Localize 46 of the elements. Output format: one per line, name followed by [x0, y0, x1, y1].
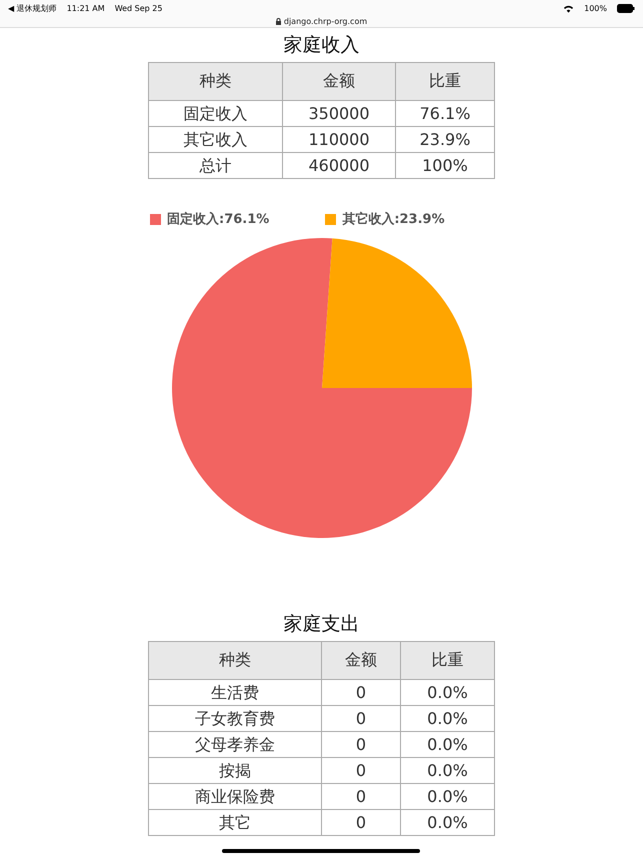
- table-cell: 0: [322, 810, 400, 836]
- table-cell: 23.9%: [396, 126, 494, 152]
- table-cell: 按揭: [148, 758, 322, 784]
- column-header: 比重: [400, 642, 494, 680]
- clock-time: 11:21 AM: [66, 4, 105, 13]
- table-cell: 0.0%: [400, 810, 494, 836]
- table-cell: 76.1%: [396, 100, 494, 126]
- table-cell: 0.0%: [400, 706, 494, 732]
- table-cell: 0.0%: [400, 758, 494, 784]
- table-cell: 0.0%: [400, 732, 494, 758]
- table-cell: 100%: [396, 152, 494, 178]
- table-cell: 460000: [282, 152, 396, 178]
- home-indicator[interactable]: [222, 849, 420, 853]
- table-cell: 固定收入: [148, 100, 282, 126]
- table-cell: 0: [322, 732, 400, 758]
- column-header: 种类: [148, 62, 282, 100]
- legend-label: 固定收入:76.1%: [167, 210, 270, 228]
- battery-percent: 100%: [584, 4, 607, 13]
- back-link[interactable]: ◀ 退休规划师: [8, 3, 57, 14]
- table-cell: 0: [322, 706, 400, 732]
- table-cell: 110000: [282, 126, 396, 152]
- table-cell: 0: [322, 680, 400, 706]
- battery-icon: [617, 4, 635, 13]
- table-cell: 0: [322, 758, 400, 784]
- section-title: 家庭收入: [282, 33, 360, 57]
- table-cell: 父母孝养金: [148, 732, 322, 758]
- table-cell: 350000: [282, 100, 396, 126]
- lock-icon: [276, 18, 281, 24]
- table-cell: 生活费: [148, 680, 322, 706]
- url-text[interactable]: django.chrp-org.com: [284, 16, 368, 26]
- column-header: 种类: [148, 642, 322, 680]
- table-cell: 0.0%: [400, 784, 494, 810]
- table-cell: 其它: [148, 810, 322, 836]
- wifi-icon: [563, 4, 574, 13]
- table-cell: 其它收入: [148, 126, 282, 152]
- legend-label: 其它收入:23.9%: [342, 210, 445, 228]
- column-header: 金额: [282, 62, 396, 100]
- column-header: 金额: [322, 642, 400, 680]
- date-text: Wed Sep 25: [114, 4, 162, 13]
- table-cell: 子女教育费: [148, 706, 322, 732]
- table-cell: 0: [322, 784, 400, 810]
- table-cell: 商业保险费: [148, 784, 322, 810]
- column-header: 比重: [396, 62, 494, 100]
- section-title: 家庭支出: [282, 612, 360, 636]
- table-cell: 总计: [148, 152, 282, 178]
- table-cell: 0.0%: [400, 680, 494, 706]
